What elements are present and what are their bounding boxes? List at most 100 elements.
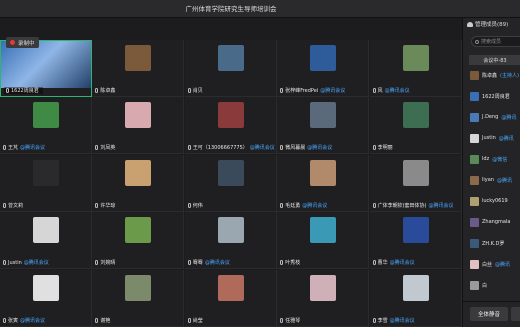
- participant-source-tag: @腾讯会议: [384, 88, 410, 94]
- microphone-icon: [280, 317, 284, 323]
- participant-tile[interactable]: 肖贝: [184, 40, 277, 97]
- participant-name: Justin: [8, 259, 22, 266]
- member-list-item[interactable]: 1622周良君: [470, 90, 520, 102]
- member-avatar: [470, 70, 479, 80]
- title-bar: 广州体育学院研究生导师培训会: [0, 0, 520, 18]
- participant-tile[interactable]: 微风暮晨 @腾讯会议: [277, 97, 370, 155]
- participant-avatar: [1, 41, 91, 88]
- participant-avatar: [217, 45, 244, 71]
- member-list-item[interactable]: ZH.K.D罗: [470, 237, 520, 249]
- participant-tile[interactable]: 李雪 @腾讯会议: [369, 269, 462, 327]
- member-list-item[interactable]: 白: [470, 279, 520, 291]
- participant-tile[interactable]: 李明丽: [369, 97, 462, 155]
- recording-indicator[interactable]: 录制中: [6, 37, 39, 48]
- member-search-placeholder: 搜索成员: [481, 39, 502, 45]
- member-search-input[interactable]: 搜索成员: [471, 36, 520, 47]
- participant-tile[interactable]: 毛廷勇 @腾讯会议: [277, 154, 370, 212]
- participant-tile[interactable]: 王芃 @腾讯会议: [0, 97, 92, 155]
- participant-source-tag: @腾讯会议: [320, 88, 346, 94]
- member-list-item[interactable]: liyan @腾讯: [470, 174, 520, 186]
- participant-source-tag: @腾讯会议: [307, 145, 333, 152]
- participant-avatar: [125, 217, 152, 244]
- participant-name: 毛廷勇: [285, 202, 301, 209]
- tab-in-meeting[interactable]: 会议中-83: [469, 55, 520, 65]
- participant-tile[interactable]: 王可（13006667775） @腾讯会议: [184, 97, 277, 155]
- participant-tile[interactable]: 刘婉晴: [92, 212, 185, 270]
- member-sub-label: @腾讯: [496, 177, 512, 184]
- participant-name: 张梓峰FredPei: [285, 88, 319, 94]
- participant-tile[interactable]: 许华琼: [92, 154, 185, 212]
- participant-tile[interactable]: 风 @腾讯会议: [369, 40, 462, 97]
- member-list-item[interactable]: 白丝 @腾讯: [470, 258, 520, 270]
- member-list-item[interactable]: J.Deng @腾讯: [470, 111, 520, 123]
- member-sub-label: @腾讯: [495, 261, 511, 268]
- participant-avatar: [402, 102, 429, 129]
- participant-name: 广体李朝钦(套田体协): [377, 202, 427, 209]
- participant-source-tag: @腾讯会议: [389, 317, 415, 324]
- participant-source-tag: @腾讯会议: [204, 260, 230, 267]
- participant-source-tag: @腾讯会议: [428, 202, 454, 209]
- participant-label: 王可（13006667775） @腾讯会议: [187, 144, 275, 152]
- participant-avatar: [125, 159, 152, 186]
- member-list-item[interactable]: 陈卓鑫 (主持人): [470, 69, 520, 81]
- microphone-icon: [95, 317, 99, 323]
- search-icon: [475, 39, 479, 44]
- participant-avatar: [310, 274, 337, 301]
- participant-tile[interactable]: 骞骞 @腾讯会议: [184, 212, 277, 270]
- participant-avatar: [33, 102, 59, 129]
- more-options-button[interactable]: [511, 307, 520, 321]
- microphone-icon: [95, 260, 99, 266]
- microphone-icon: [280, 88, 284, 93]
- microphone-icon: [372, 145, 376, 151]
- member-list-item[interactable]: ldz @微信: [470, 153, 520, 165]
- participant-tile[interactable]: 1622周良君: [0, 40, 92, 97]
- members-footer: 全体静音: [463, 301, 520, 327]
- participant-tile[interactable]: 张梓峰FredPei @腾讯会议: [277, 40, 370, 97]
- microphone-icon: [280, 260, 284, 266]
- member-avatar: [470, 154, 479, 164]
- member-avatar: [470, 133, 479, 143]
- participant-name: 曹华: [377, 260, 388, 267]
- participant-name: 王可（13006667775）: [192, 145, 248, 152]
- member-avatar: [470, 280, 479, 290]
- participant-label: Justin @腾讯会议: [3, 259, 49, 266]
- member-list-item[interactable]: Zhangmala: [470, 216, 520, 228]
- participant-tile[interactable]: 刘凤英: [92, 97, 185, 155]
- participant-name: 风: [377, 88, 383, 94]
- participant-tile[interactable]: 谢艳: [92, 269, 185, 327]
- member-list-item[interactable]: lucky0619: [470, 195, 520, 207]
- member-avatar: [470, 196, 479, 206]
- participant-tile[interactable]: 尚莹: [184, 269, 277, 327]
- participant-tile[interactable]: 曾文莉: [0, 154, 92, 212]
- participant-tile[interactable]: Justin @腾讯会议: [0, 212, 92, 270]
- microphone-icon: [95, 88, 99, 93]
- mute-all-button[interactable]: 全体静音: [470, 307, 508, 321]
- participant-avatar: [402, 217, 429, 244]
- participant-name: 王芃: [8, 145, 19, 152]
- participant-label: 微风暮晨 @腾讯会议: [280, 144, 332, 151]
- microphone-icon: [95, 202, 99, 208]
- participant-tile[interactable]: 何伟: [184, 154, 277, 212]
- participant-avatar: [402, 45, 429, 71]
- participant-label: 何伟: [187, 202, 205, 209]
- participant-tile[interactable]: 陈卓鑫: [92, 40, 185, 97]
- participant-tile[interactable]: 广体李朝钦(套田体协) @腾讯会议: [369, 154, 462, 212]
- member-avatar: [470, 175, 479, 185]
- participant-name: 微风暮晨: [285, 145, 306, 152]
- participant-source-tag: @腾讯会议: [20, 317, 46, 324]
- participant-name: 任雅琴: [285, 317, 301, 324]
- participant-avatar: [217, 159, 244, 186]
- participant-tile[interactable]: 叶秀枝: [277, 212, 370, 270]
- participant-avatar: [33, 159, 59, 186]
- participant-name: 何伟: [192, 202, 203, 209]
- microphone-icon: [372, 202, 376, 208]
- member-list-item[interactable]: Justin @腾讯: [470, 132, 520, 144]
- participant-name: 李雪: [377, 317, 388, 324]
- participant-source-tag: @腾讯会议: [302, 202, 328, 209]
- participant-tile[interactable]: 任雅琴: [277, 269, 370, 327]
- participant-tile[interactable]: 张寅 @腾讯会议: [0, 269, 92, 327]
- participant-source-tag: @腾讯会议: [20, 145, 46, 152]
- participant-tile[interactable]: 曹华 @腾讯会议: [369, 212, 462, 270]
- participant-avatar: [125, 102, 152, 129]
- microphone-icon: [3, 260, 6, 266]
